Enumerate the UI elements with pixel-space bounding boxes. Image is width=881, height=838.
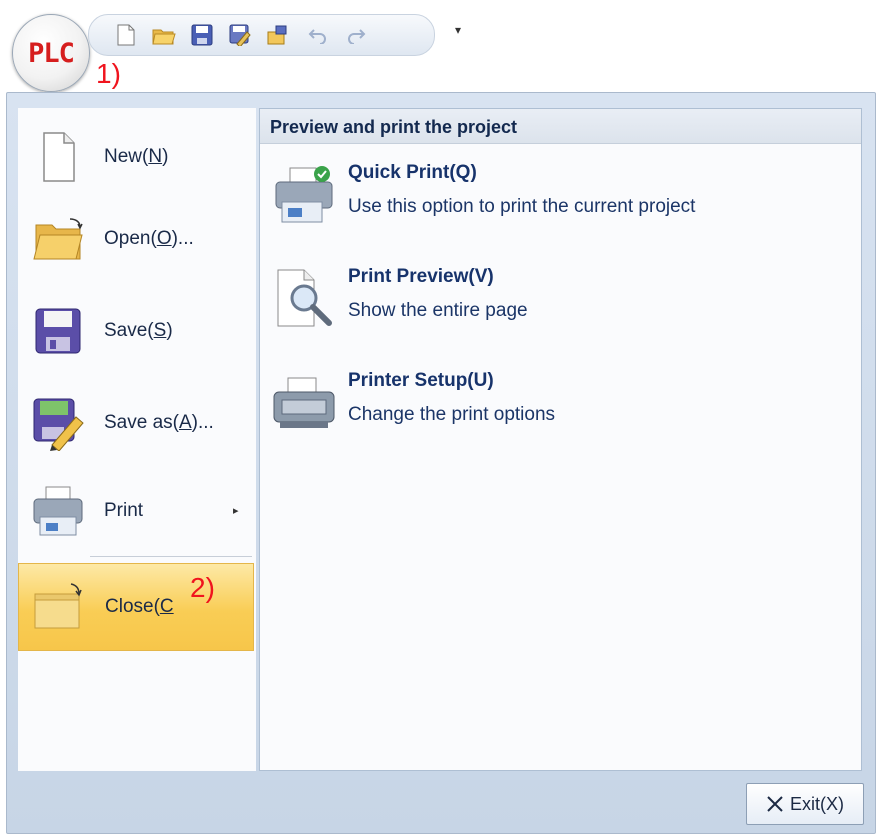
redo-icon[interactable] (343, 23, 369, 47)
menu-item-open[interactable]: Open(O)... (18, 198, 256, 280)
option-print-preview-desc: Show the entire page (348, 300, 528, 321)
menu-item-new[interactable]: New(N) (18, 116, 256, 198)
close-x-icon (767, 796, 783, 812)
menu-footer (7, 772, 873, 830)
menu-item-new-label: New(N) (104, 146, 169, 167)
menu-item-print-label: Print (104, 500, 144, 521)
menu-item-open-label: Open(O)... (104, 228, 194, 249)
option-quick-print-title: Quick Print(Q) (348, 162, 477, 183)
undo-icon[interactable] (305, 23, 331, 47)
menu-item-close[interactable]: Close(C (18, 563, 254, 651)
menu-item-save-as[interactable]: Save as(A)... (18, 382, 256, 464)
option-print-preview-title: Print Preview(V) (348, 266, 494, 287)
save-as-icon[interactable] (227, 23, 253, 47)
printer-icon (33, 486, 83, 536)
save-icon[interactable] (189, 23, 215, 47)
open-folder-icon[interactable] (151, 23, 177, 47)
option-printer-setup-desc: Change the print options (348, 404, 556, 425)
exit-button[interactable]: Exit(X) (746, 783, 864, 825)
print-panel-header: Preview and print the project (260, 109, 861, 144)
new-doc-icon[interactable] (113, 23, 139, 47)
customize-toolbar-dropdown-icon[interactable]: ▾ (455, 24, 467, 36)
export-icon[interactable] (265, 23, 291, 47)
application-button[interactable]: PLC (12, 14, 90, 92)
option-print-preview[interactable]: Print Preview(V) Show the entire page (270, 266, 850, 346)
new-doc-icon (43, 132, 75, 182)
option-quick-print[interactable]: Quick Print(Q) Use this option to print … (270, 162, 850, 242)
quick-access-toolbar (88, 14, 435, 56)
quick-print-icon (275, 166, 333, 223)
option-quick-print-desc: Use this option to print the current pro… (348, 196, 696, 217)
submenu-arrow-icon: ▸ (233, 504, 239, 517)
menu-item-save-label: Save(S) (104, 320, 173, 341)
save-icon (35, 308, 81, 354)
save-as-icon (33, 398, 84, 451)
menu-item-close-label: Close(C (105, 596, 174, 617)
annotation-marker-2: 2) (190, 572, 215, 603)
menu-separator (90, 556, 252, 557)
close-folder-icon (34, 583, 82, 629)
exit-button-label: Exit(X) (790, 793, 844, 814)
app-logo-text: PLC (28, 37, 75, 69)
menu-item-save-as-label: Save as(A)... (104, 412, 214, 433)
option-printer-setup-title: Printer Setup(U) (348, 370, 494, 391)
print-panel-title: Preview and print the project (270, 117, 518, 137)
menu-item-save[interactable]: Save(S) (18, 290, 256, 372)
open-folder-icon (33, 218, 83, 260)
menu-item-print[interactable]: Print ▸ (18, 470, 256, 552)
annotation-marker-1: 1) (96, 58, 121, 89)
printer-setup-icon (273, 377, 335, 428)
option-printer-setup[interactable]: Printer Setup(U) Change the print option… (270, 370, 850, 450)
print-preview-icon (277, 269, 332, 327)
